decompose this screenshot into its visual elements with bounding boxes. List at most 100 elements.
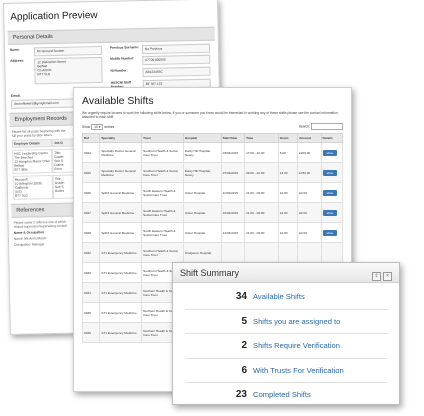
- summary-count: 6: [241, 364, 247, 376]
- table-row: 0928 SpR4 General Medicine South Eastern…: [81, 222, 344, 244]
- view-button[interactable]: View: [322, 209, 337, 216]
- cell-ref: 0928: [81, 222, 101, 244]
- cell-specialty: ST1 Emergency Medicine: [99, 242, 143, 264]
- prev-surname-label: Previous Surname:: [109, 45, 140, 50]
- employer-line: BT7 5LG: [14, 193, 28, 198]
- cell-trust: Southern Health & Social Care Trust: [141, 142, 184, 164]
- cell-specialty: ST1 Emergency Medicine: [99, 322, 143, 344]
- header-controls: ⇧ ×: [370, 264, 392, 282]
- cell-time: 21:00 - 09:00: [244, 222, 279, 244]
- table-row: 0924 Specialty Doctor General Medicine S…: [81, 142, 344, 164]
- cell-hours: 13.00: [277, 162, 299, 184]
- entries-select[interactable]: 10 ▾: [91, 123, 104, 130]
- close-icon[interactable]: ×: [383, 271, 392, 281]
- job-line: Duties: [54, 188, 65, 193]
- cell-details: View: [320, 142, 344, 164]
- summary-item-completed[interactable]: 23 Completed Shifts: [185, 383, 387, 404]
- summary-link[interactable]: With Trusts For Verification: [253, 366, 344, 375]
- search-input[interactable]: [311, 123, 343, 131]
- cell-hospital: Ulster Hospital: [182, 222, 222, 244]
- cell-specialty: SpR4 General Medicine: [99, 182, 143, 204]
- cell-hospital: Ulster Hospital: [182, 202, 222, 224]
- cell-time: [244, 242, 279, 264]
- cell-details: [320, 242, 344, 264]
- summary-item-assigned[interactable]: 5 Shifts you are assigned to: [185, 310, 387, 334]
- cell-amount: £780.00: [297, 162, 322, 184]
- cell-hospital: Daisy Hill Hospital, Newry: [182, 162, 222, 184]
- cell-date: 03/04/2015: [220, 142, 246, 164]
- cell-specialty: ST1 Emergency Medicine: [99, 302, 143, 324]
- collapse-icon[interactable]: ⇧: [372, 271, 381, 281]
- cell-date: 10/04/2015: [220, 202, 246, 224]
- cell-hospital: Daisy Hill Hospital, Newry: [182, 142, 222, 164]
- summary-link[interactable]: Shifts you are assigned to: [253, 317, 340, 326]
- cell-amount: £0.00: [297, 182, 322, 204]
- entries-label: entries: [104, 124, 115, 129]
- cell-hours: 12.00: [277, 202, 299, 224]
- address-line: BT7 5LG: [37, 72, 51, 77]
- cell-date: 12/04/2015: [220, 222, 246, 244]
- cell-trust: Southern Health & Social Care Trust: [141, 242, 184, 264]
- shift-summary-list: 34 Available Shifts 5 Shifts you are ass…: [173, 283, 399, 404]
- shift-summary-title: Shift Summary: [180, 267, 240, 278]
- available-shifts-intro: We urgently require locums to work the f…: [82, 111, 338, 120]
- cell-ref: 0924: [81, 142, 101, 164]
- prev-surname-value: No Previous: [141, 43, 211, 55]
- summary-item-available[interactable]: 34 Available Shifts: [185, 285, 387, 310]
- col-time[interactable]: Time: [244, 133, 279, 144]
- cell-trust: South Eastern Health & Social Care Trust: [141, 222, 184, 244]
- entries-select-value: 10: [94, 124, 98, 129]
- name-value: Mr Gerrard Scutton: [33, 45, 103, 57]
- col-start-date[interactable]: Start Date: [220, 133, 246, 144]
- show-label: Show: [82, 124, 91, 129]
- summary-link[interactable]: Completed Shifts: [253, 390, 311, 399]
- employer-details: HSC Leadership Centre The Beeches 12 Ham…: [12, 149, 53, 174]
- address-label: Address:: [10, 58, 25, 63]
- cell-trust: Southern Health & Social Care Trust: [141, 162, 184, 184]
- cell-trust: South Eastern Health & Social Care Trust: [141, 202, 184, 224]
- summary-link[interactable]: Shifts Require Verification: [253, 341, 340, 350]
- application-preview-title: Application Preview: [10, 10, 98, 23]
- summary-item-require-verification[interactable]: 2 Shifts Require Verification: [185, 334, 387, 359]
- col-trust[interactable]: Trust: [141, 133, 184, 144]
- cell-specialty: SpR4 General Medicine: [99, 222, 143, 244]
- cell-specialty: Specialty Doctor General Medicine: [99, 162, 143, 184]
- cell-ref: 0935: [81, 302, 101, 324]
- col-hospital[interactable]: Hospital: [182, 133, 222, 144]
- summary-item-trust-verification[interactable]: 6 With Trusts For Verification: [185, 359, 387, 383]
- cell-hours: 5.00: [277, 142, 299, 164]
- entries-control: Show 10 ▾ entries: [82, 123, 115, 130]
- cell-time: 21:00 - 09:00: [244, 202, 279, 224]
- email-value: doctorflowers@googlemail.com: [11, 98, 82, 109]
- search-label: Search:: [298, 124, 311, 129]
- view-button[interactable]: View: [322, 169, 337, 176]
- cell-date: [220, 242, 246, 264]
- ni-value: AB123456C: [142, 66, 211, 78]
- col-hours[interactable]: Hours: [277, 133, 299, 144]
- employer-details: Microsoft 10 Arlington (1000) California…: [12, 174, 54, 200]
- col-details[interactable]: Details: [320, 133, 344, 144]
- name-label: Name:: [9, 47, 20, 52]
- view-button[interactable]: View: [322, 189, 337, 196]
- table-row: 0926 SpR4 General Medicine South Eastern…: [81, 182, 344, 204]
- cell-amount: £0.00: [297, 202, 322, 224]
- cell-ref: 0933: [81, 262, 101, 284]
- cell-ref: 0934: [81, 282, 101, 304]
- cell-details: View: [320, 162, 344, 184]
- cell-ref: 0927: [81, 202, 101, 224]
- cell-hours: 12.00: [277, 222, 299, 244]
- cell-date: 11/04/2015: [220, 182, 246, 204]
- cell-time: 21:00 - 09:00: [244, 182, 279, 204]
- cell-ref: 0926: [81, 182, 101, 204]
- col-specialty[interactable]: Specialty: [99, 133, 143, 144]
- view-button[interactable]: View: [322, 229, 337, 236]
- cell-hospital: Ulster Hospital: [182, 182, 222, 204]
- cell-specialty: Specialty Doctor General Medicine: [99, 142, 143, 164]
- cell-date: 07/04/2015: [220, 162, 246, 184]
- cell-specialty: ST1 Emergency Medicine: [99, 262, 143, 284]
- col-amount[interactable]: Amount: [297, 133, 322, 144]
- cell-hours: 12.00: [277, 182, 299, 204]
- summary-link[interactable]: Available Shifts: [253, 292, 305, 301]
- col-ref[interactable]: Ref: [81, 133, 101, 144]
- view-button[interactable]: View: [322, 149, 337, 156]
